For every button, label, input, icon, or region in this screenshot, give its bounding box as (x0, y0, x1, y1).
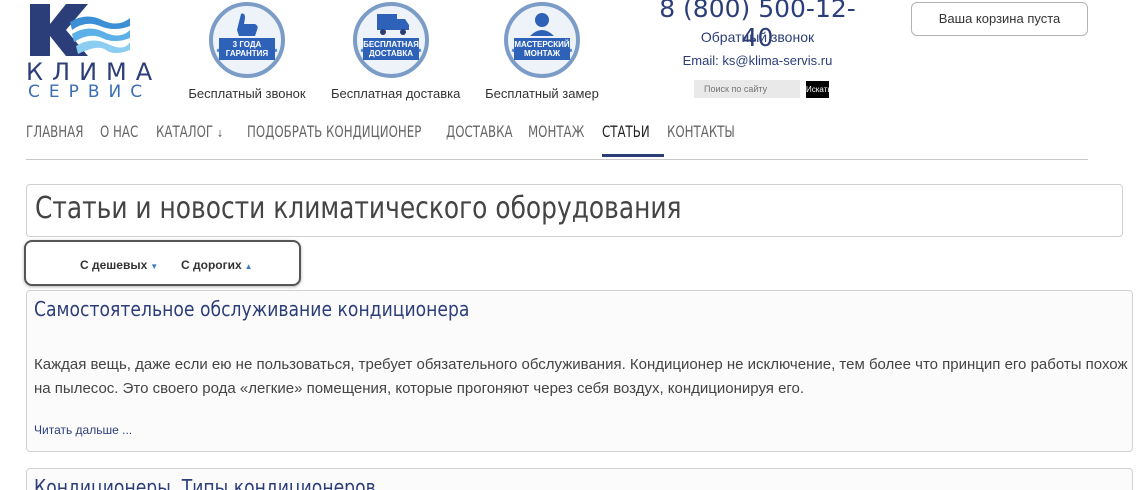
article-card: Самостоятельное обслуживание кондиционер… (26, 290, 1133, 452)
sort-cheap-label: С дешевых (80, 258, 148, 272)
badge-delivery-emblem: БЕСПЛАТНАЯ ДОСТАВКА (351, 0, 431, 80)
badge-warranty-emblem: 3 ГОДА ГАРАНТИЯ (207, 0, 287, 80)
badge-installation-caption: Бесплатный замер (485, 86, 599, 101)
nav-item-delivery[interactable]: ДОСТАВКА (446, 122, 513, 141)
callback-link[interactable]: Обратный звонок (650, 29, 865, 45)
badge-warranty-caption: Бесплатный звонок (188, 86, 306, 101)
badge-installation-emblem: МАСТЕРСКИЙ МОНТАЖ (502, 0, 582, 80)
badge-warranty-text: 3 ГОДА ГАРАНТИЯ (219, 38, 275, 60)
article-title-link[interactable]: Кондиционеры. Типы кондиционеров (34, 475, 376, 490)
sort-down-icon: ▼ (150, 262, 159, 271)
article-card: Кондиционеры. Типы кондиционеров (26, 468, 1133, 490)
nav-active-indicator (602, 154, 664, 157)
badge-delivery-text: БЕСПЛАТНАЯ ДОСТАВКА (363, 38, 419, 60)
nav-item-catalog-label: КАТАЛОГ (156, 122, 214, 141)
badge-installation: МАСТЕРСКИЙ МОНТАЖ Бесплатный замер (482, 0, 602, 101)
sort-cheap-button[interactable]: С дешевых ▼ (80, 258, 158, 272)
sort-expensive-label: С дорогих (181, 258, 242, 272)
nav-item-catalog[interactable]: КАТАЛОГ ↓ (156, 122, 223, 141)
badge-delivery-caption: Бесплатная доставка (331, 86, 461, 101)
nav-item-select-ac[interactable]: ПОДОБРАТЬ КОНДИЦИОНЕР (247, 122, 421, 141)
search-button[interactable]: Искать (806, 81, 832, 98)
search-input[interactable] (694, 80, 800, 98)
article-excerpt: Каждая вещь, даже если ею не пользоватьс… (34, 356, 1128, 397)
badge-warranty: 3 ГОДА ГАРАНТИЯ Бесплатный звонок (187, 0, 307, 101)
page-title-box: Статьи и новости климатического оборудов… (26, 184, 1123, 237)
article-title-link[interactable]: Самостоятельное обслуживание кондиционер… (34, 297, 469, 321)
sort-expensive-button[interactable]: С дорогих ▲ (181, 258, 253, 272)
read-more-link[interactable]: Читать дальше ... (34, 423, 132, 437)
klima-servis-logo-icon (30, 4, 130, 56)
chevron-down-icon: ↓ (216, 129, 224, 140)
nav-item-about[interactable]: О НАС (100, 122, 138, 141)
badge-delivery: БЕСПЛАТНАЯ ДОСТАВКА Бесплатная доставка (331, 0, 461, 101)
nav-item-articles[interactable]: СТАТЬИ (602, 122, 650, 141)
sort-panel: С дешевых ▼ С дорогих ▲ (24, 240, 301, 286)
nav-item-home[interactable]: ГЛАВНАЯ (26, 122, 83, 141)
nav-item-contacts[interactable]: КОНТАКТЫ (667, 122, 735, 141)
site-logo[interactable]: КЛИМА СЕРВИС (26, 2, 176, 102)
badge-installation-text: МАСТЕРСКИЙ МОНТАЖ (514, 38, 570, 60)
nav-item-installation[interactable]: МОНТАЖ (528, 122, 584, 141)
logo-text-line2: СЕРВИС (28, 82, 152, 102)
page-title: Статьи и новости климатического оборудов… (35, 191, 682, 226)
cart-button[interactable]: Ваша корзина пуста (911, 2, 1088, 36)
email-link[interactable]: Email: ks@klima-servis.ru (650, 53, 865, 68)
main-nav: ГЛАВНАЯ О НАС КАТАЛОГ ↓ ПОДОБРАТЬ КОНДИЦ… (26, 118, 1088, 160)
sort-up-icon: ▲ (244, 262, 253, 271)
